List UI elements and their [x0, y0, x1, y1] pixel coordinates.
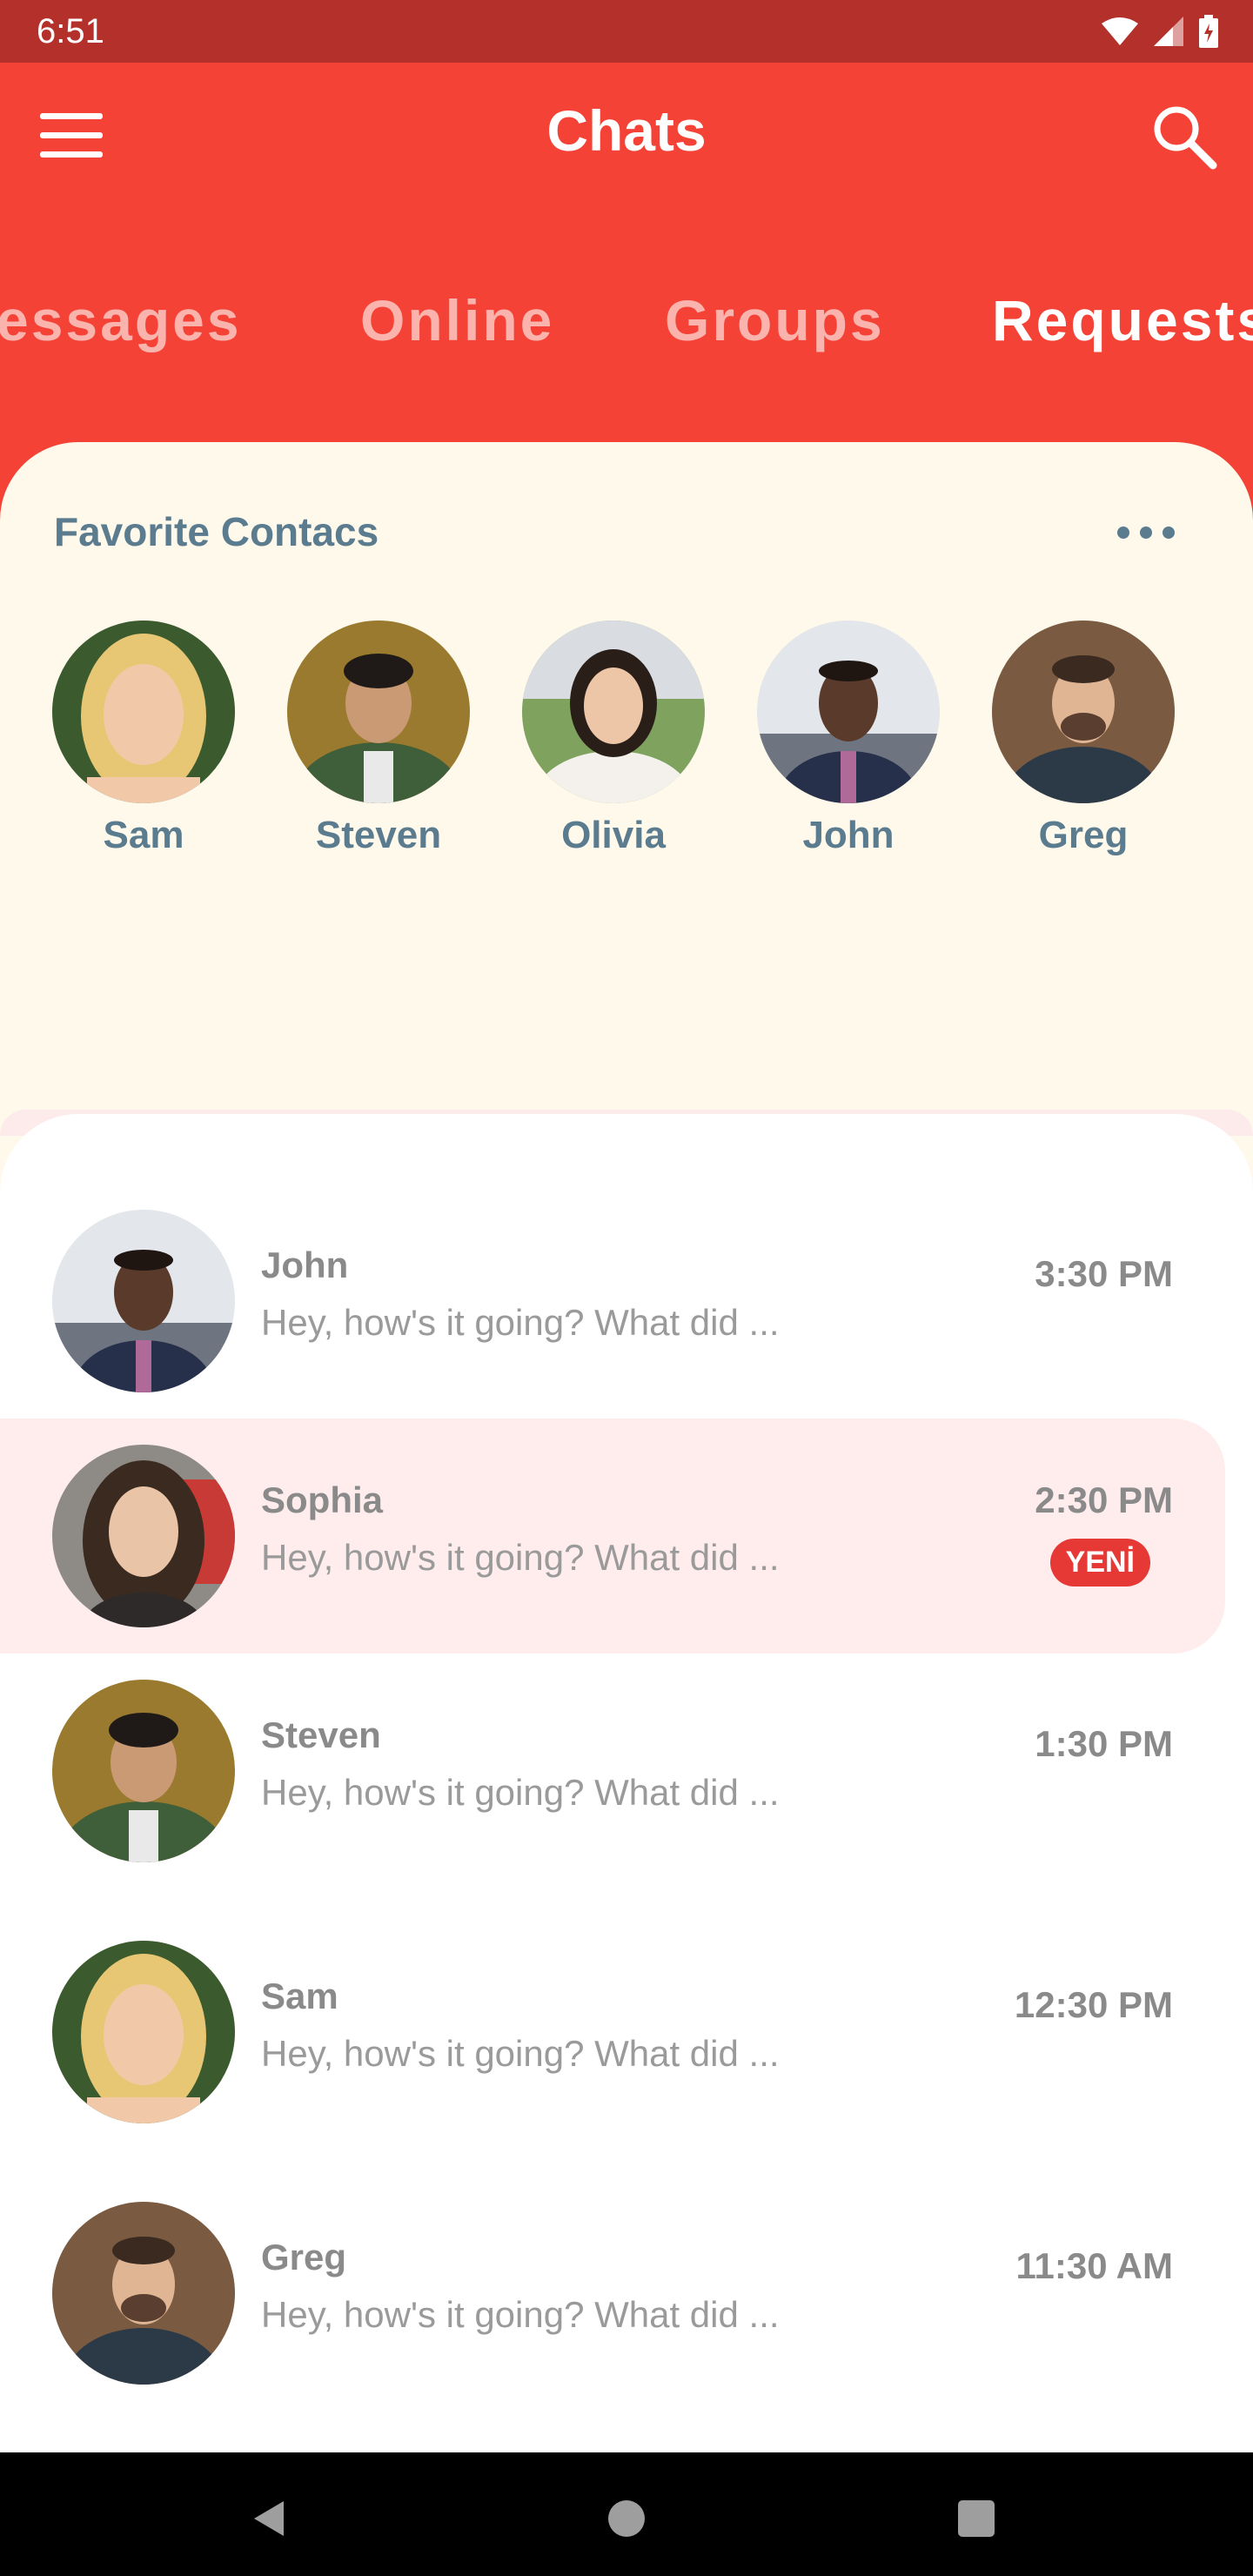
back-triangle-icon: [244, 2492, 296, 2545]
chat-time: 11:30 AM: [1015, 2245, 1173, 2286]
avatar: [52, 621, 235, 803]
system-nav-bar: [0, 2452, 1253, 2576]
back-button[interactable]: [244, 2492, 296, 2545]
favorites-title: Favorite Contacs: [54, 509, 379, 554]
status-bar: 6:51: [0, 0, 1253, 63]
favorite-contact-name: Greg: [1038, 814, 1129, 856]
avatar: [992, 621, 1175, 803]
more-dot: [1140, 527, 1152, 539]
chat-name: Greg: [261, 2237, 347, 2277]
status-time: 6:51: [37, 12, 104, 50]
favorite-contact-name: Sam: [103, 814, 184, 856]
chat-message-preview: Hey, how's it going? What did ...: [261, 1772, 780, 1813]
chat-message-preview: Hey, how's it going? What did ...: [261, 1537, 780, 1578]
chat-row[interactable]: Sophia Hey, how's it going? What did ...…: [0, 1419, 1225, 1654]
favorite-contacts-panel: Favorite Contacs Sam Steven Olivia John …: [0, 442, 1253, 1225]
more-horizontal-icon: [1117, 527, 1129, 539]
chat-list: John Hey, how's it going? What did ... 3…: [0, 1114, 1253, 2454]
chat-message-preview: Hey, how's it going? What did ...: [261, 2033, 780, 2074]
chat-name: Sophia: [261, 1479, 384, 1520]
category-tabs: essages Online Groups Requests: [0, 261, 1253, 383]
favorite-contact[interactable]: Olivia: [522, 621, 705, 857]
avatar: [52, 1445, 235, 1627]
favorite-contact-name: John: [802, 814, 895, 856]
battery-icon: [1199, 15, 1218, 48]
avatar: [52, 1941, 235, 2123]
chat-time: 2:30 PM: [1035, 1479, 1173, 1520]
chat-time: 12:30 PM: [1014, 1984, 1173, 2025]
avatar: [52, 1210, 235, 1392]
chat-message-preview: Hey, how's it going? What did ...: [261, 2294, 780, 2335]
tab-groups[interactable]: Groups: [665, 287, 885, 353]
avatar: [52, 1680, 235, 1862]
avatar: [287, 621, 470, 803]
avatar: [522, 621, 705, 803]
favorite-contact[interactable]: Greg: [992, 621, 1175, 857]
search-button[interactable]: [1150, 103, 1218, 171]
new-badge: YENİ: [1049, 1539, 1150, 1587]
chat-row[interactable]: Sam Hey, how's it going? What did ... 12…: [0, 1915, 1225, 2150]
chat-time: 1:30 PM: [1035, 1723, 1173, 1764]
more-dot: [1163, 527, 1175, 539]
signal-icon: [1154, 17, 1183, 46]
home-circle-icon: [600, 2492, 653, 2545]
favorite-contact[interactable]: Steven: [287, 621, 470, 857]
chat-name: Steven: [261, 1714, 381, 1755]
chat-message-preview: Hey, how's it going? What did ...: [261, 1302, 780, 1343]
chat-row[interactable]: John Hey, how's it going? What did ... 3…: [0, 1184, 1225, 1419]
more-button[interactable]: [1117, 522, 1175, 543]
wifi-icon: [1102, 17, 1138, 46]
avatar: [52, 2202, 235, 2385]
chat-row[interactable]: Greg Hey, how's it going? What did ... 1…: [0, 2176, 1225, 2411]
favorite-contact-name: Olivia: [561, 814, 666, 856]
chat-time: 3:30 PM: [1035, 1253, 1173, 1294]
home-button[interactable]: [600, 2492, 653, 2545]
avatar: [757, 621, 940, 803]
recents-square-icon: [950, 2492, 1002, 2545]
tab-online[interactable]: Online: [360, 287, 554, 353]
favorite-contact-name: Steven: [315, 814, 442, 856]
chat-name: Sam: [261, 1976, 338, 2016]
app-bar: Chats: [0, 63, 1253, 209]
recents-button[interactable]: [950, 2492, 1002, 2545]
tab-messages[interactable]: essages: [0, 287, 242, 353]
favorite-contact[interactable]: Sam: [52, 621, 235, 857]
page-title: Chats: [546, 98, 707, 163]
tab-requests[interactable]: Requests: [992, 287, 1253, 353]
chat-row[interactable]: Steven Hey, how's it going? What did ...…: [0, 1654, 1225, 1888]
status-icons: [1102, 14, 1218, 49]
favorite-contact[interactable]: John: [757, 621, 940, 857]
search-icon: [1150, 103, 1218, 171]
chat-name: John: [261, 1244, 349, 1285]
